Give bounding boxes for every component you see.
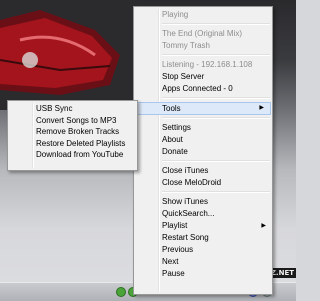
menu-item-label: Convert Songs to MP3 [36,115,117,125]
menu-item-about[interactable]: About [134,134,272,146]
menu-item-label: Pause [162,269,185,278]
menu-item-label: Listening - 192.168.1.108 [162,60,253,69]
menu-item-quicksearch[interactable]: QuickSearch... [134,208,272,220]
menu-item-label: About [162,135,183,144]
menu-item-label: Previous [162,245,194,254]
tray-icon[interactable] [116,287,126,297]
menu-item-label: Close iTunes [162,166,209,175]
menu-separator [162,23,270,25]
car-wallpaper-image [0,0,140,110]
menu-item-restart-song[interactable]: Restart Song [134,232,272,244]
menu-separator [162,160,270,162]
menu-item-previous[interactable]: Previous [134,244,272,256]
menu-item-show-itunes[interactable]: Show iTunes [134,196,272,208]
menu-separator [162,97,270,99]
menu-item-playlist[interactable]: Playlist ▶ [134,220,272,232]
menu-item-close-melodroid[interactable]: Close MeloDroid [134,177,272,189]
menu-separator [162,117,270,119]
menu-item-download-from-youtube[interactable]: Download from YouTube [8,149,137,161]
menu-item-pause[interactable]: Pause [134,268,272,280]
menu-item-label: Restore Deleted Playlists [36,138,126,148]
arrow-right-icon: ▶ [259,105,264,111]
menu-item-label: Close MeloDroid [162,178,222,187]
tools-submenu: USB Sync Convert Songs to MP3 Remove Broke… [7,100,138,171]
menu-item-label: Remove Broken Tracks [36,127,120,136]
menu-item-tommy-trash: Tommy Trash [134,40,272,52]
menu-item-apps-connected-0[interactable]: Apps Connected - 0 [134,83,272,95]
menu-item-tools[interactable]: Tools ▶ [135,102,271,115]
menu-item-settings[interactable]: Settings [134,122,272,134]
menu-item-label: QuickSearch... [162,209,215,218]
menu-item-donate[interactable]: Donate [134,146,272,158]
menu-item-label: Tools [162,104,181,113]
menu-item-the-end-original-mix: The End (Original Mix) [134,28,272,40]
context-menu: Playing The End (Original Mix) Tommy Trash… [133,6,273,295]
menu-item-stop-server[interactable]: Stop Server [134,71,272,83]
menu-item-next[interactable]: Next [134,256,272,268]
menu-item-label: Next [162,257,179,266]
menu-item-label: Donate [162,147,188,156]
arrow-right-icon: ▶ [261,223,266,229]
menu-item-restore-deleted-playlists[interactable]: Restore Deleted Playlists [8,138,137,150]
menu-item-usb-sync[interactable]: USB Sync [8,103,137,115]
menu-separator [162,54,270,56]
menu-item-close-itunes[interactable]: Close iTunes [134,165,272,177]
menu-item-label: USB Sync [36,104,73,113]
menu-item-remove-broken-tracks[interactable]: Remove Broken Tracks [8,126,137,138]
menu-item-listening-192-168-1-108: Listening - 192.168.1.108 [134,59,272,71]
menu-item-label: Restart Song [162,233,209,242]
menu-item-convert-songs-to-mp3[interactable]: Convert Songs to MP3 [8,115,137,127]
menu-item-label: Settings [162,123,191,132]
menu-item-label: Playlist [162,221,188,230]
menu-item-playing: Playing [134,9,272,21]
menu-item-label: Download from YouTube [36,150,124,159]
menu-item-label: Tommy Trash [162,41,211,50]
menu-item-label: Apps Connected - 0 [162,84,233,93]
menu-item-label: The End (Original Mix) [162,29,243,38]
menu-separator [162,191,270,193]
menu-item-label: Show iTunes [162,197,208,206]
menu-item-label: Playing [162,10,189,19]
menu-item-label: Stop Server [162,72,205,81]
